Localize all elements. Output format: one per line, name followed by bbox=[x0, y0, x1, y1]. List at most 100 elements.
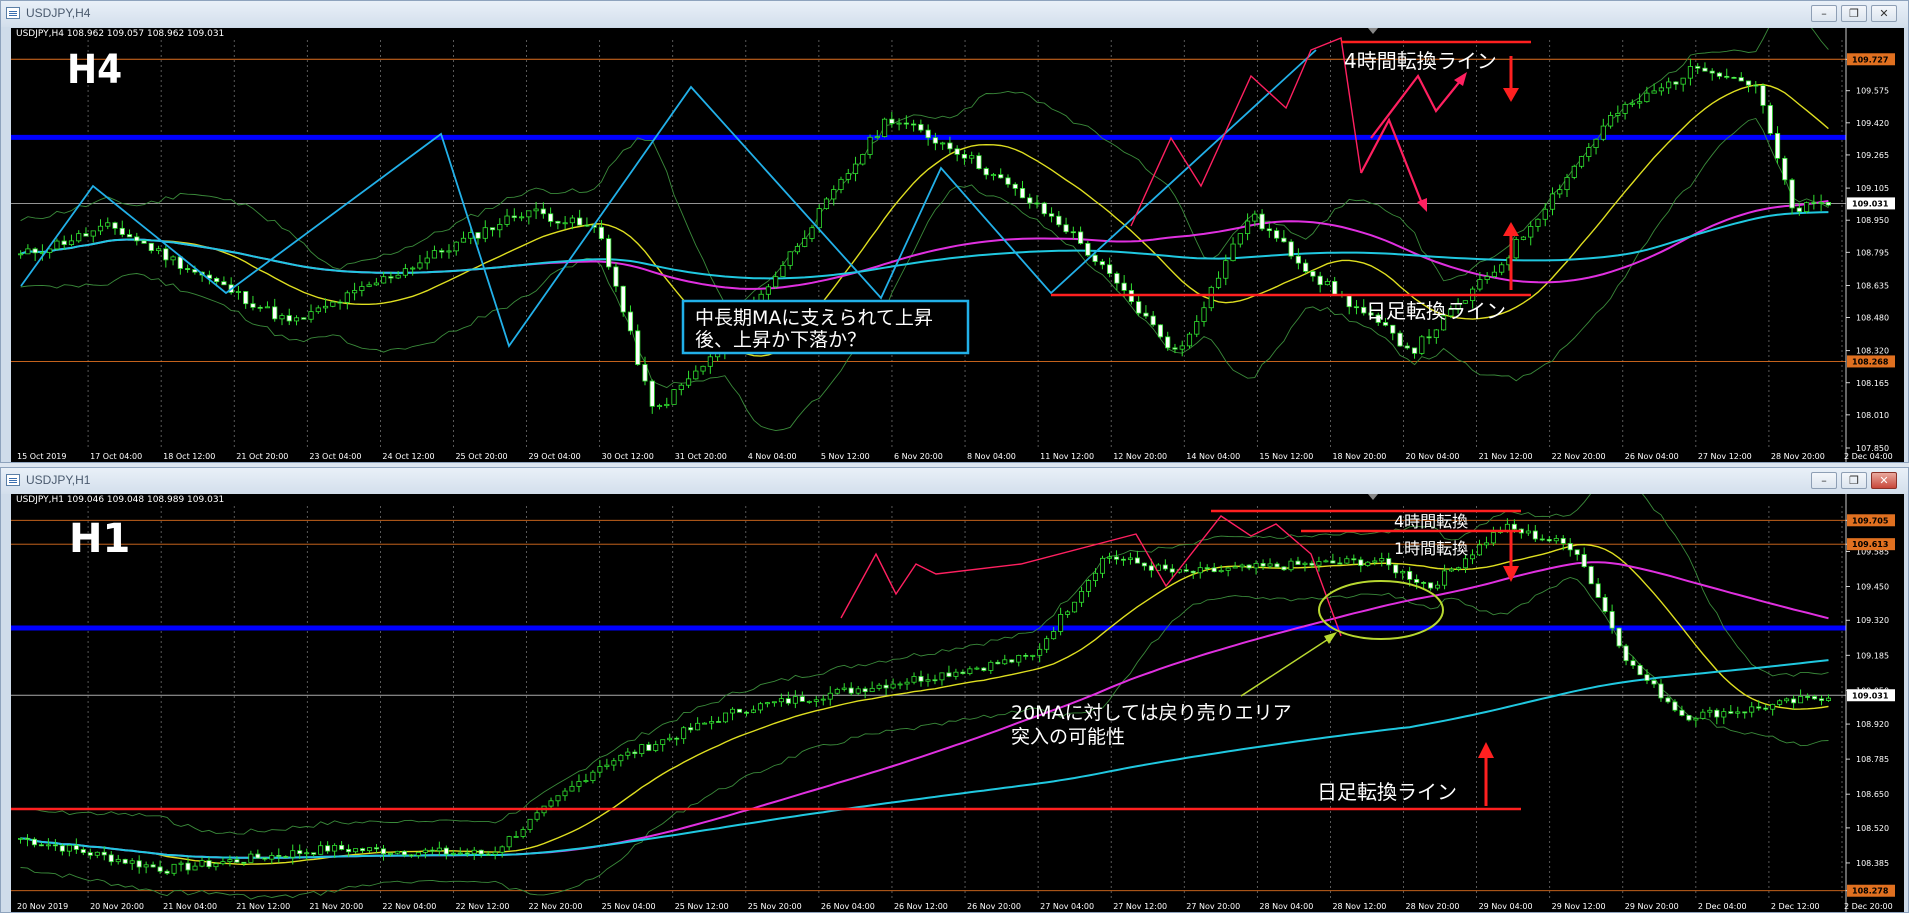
candle-body bbox=[737, 708, 743, 713]
restore-button[interactable]: ❐ bbox=[1841, 472, 1867, 489]
candle-body bbox=[967, 668, 973, 674]
candle-body bbox=[352, 290, 358, 294]
candle-body bbox=[642, 364, 648, 382]
candle-body bbox=[482, 227, 488, 239]
candle-body bbox=[664, 403, 670, 406]
candle-body bbox=[199, 860, 205, 867]
candle-body bbox=[1351, 558, 1357, 561]
candle-body bbox=[1421, 582, 1427, 584]
candle-body bbox=[569, 217, 575, 224]
x-tick-label: 18 Oct 12:00 bbox=[163, 452, 215, 461]
candle-body bbox=[1316, 561, 1322, 566]
candle-body bbox=[620, 285, 626, 313]
candle-body bbox=[513, 836, 519, 838]
candle-body bbox=[155, 248, 162, 252]
candle-body bbox=[1260, 563, 1266, 567]
candle-body bbox=[1172, 347, 1178, 350]
candle-body bbox=[1433, 329, 1439, 339]
chart-canvas-h4[interactable]: 15 Oct 2019 17 Oct 04:00 18 Oct 12:00 21 Oc… bbox=[11, 28, 1904, 462]
candle-body bbox=[862, 688, 868, 693]
candle-body bbox=[1528, 226, 1534, 238]
candle-body bbox=[436, 847, 442, 852]
candle-body bbox=[439, 250, 445, 253]
x-tick-label: 21 Nov 12:00 bbox=[1479, 452, 1533, 461]
candle-body bbox=[1065, 611, 1071, 615]
chart-window-h1[interactable]: USDJPY,H1 – ❐ ✕ 20 Nov 2019 20 Nov 20:00… bbox=[0, 467, 1909, 913]
candle-body bbox=[1302, 562, 1308, 565]
bollinger-lower bbox=[20, 117, 1829, 432]
minimize-button[interactable]: – bbox=[1811, 5, 1837, 22]
candle-body bbox=[1274, 563, 1280, 568]
chart-h4[interactable]: 15 Oct 2019 17 Oct 04:00 18 Oct 12:00 21 Oc… bbox=[11, 28, 1906, 462]
candle-body bbox=[1630, 660, 1636, 666]
candle-body bbox=[429, 849, 435, 852]
candle-body bbox=[1215, 277, 1222, 288]
candle-body bbox=[1386, 558, 1392, 566]
candle-body bbox=[1134, 557, 1140, 564]
y-tick-label: 109.320 bbox=[1856, 616, 1889, 625]
chart-h1[interactable]: 20 Nov 2019 20 Nov 20:00 21 Nov 04:00 21 No… bbox=[11, 494, 1906, 912]
candle-body bbox=[164, 870, 170, 874]
candle-body bbox=[1204, 567, 1210, 570]
window-titlebar[interactable]: USDJPY,H4 – ❐ ✕ bbox=[1, 1, 1908, 27]
candle-body bbox=[315, 307, 321, 313]
chart-window-h4[interactable]: USDJPY,H4 – ❐ ✕ 15 Oct 2019 17 Oct 04:00… bbox=[0, 0, 1909, 463]
candle-body bbox=[1707, 709, 1713, 713]
candle-body bbox=[883, 684, 889, 689]
candle-body bbox=[1323, 560, 1329, 563]
candle-body bbox=[1390, 324, 1396, 334]
candle-body bbox=[1709, 70, 1715, 74]
candle-body bbox=[485, 853, 491, 856]
x-tick-label: 28 Nov 20:00 bbox=[1771, 452, 1825, 461]
bollinger-upper bbox=[20, 28, 1829, 306]
x-tick-label: 26 Nov 04:00 bbox=[1625, 452, 1679, 461]
candle-body bbox=[1230, 243, 1236, 262]
chart-canvas-h1[interactable]: 20 Nov 2019 20 Nov 20:00 21 Nov 04:00 21 No… bbox=[11, 494, 1904, 912]
candle-body bbox=[1763, 707, 1769, 710]
candle-body bbox=[388, 276, 394, 279]
candle-body bbox=[606, 238, 612, 268]
window-titlebar[interactable]: USDJPY,H1 – ❐ ✕ bbox=[1, 468, 1908, 494]
candle-body bbox=[583, 780, 589, 783]
restore-button[interactable]: ❐ bbox=[1841, 5, 1867, 22]
minimize-button[interactable]: – bbox=[1811, 472, 1837, 489]
candle-body bbox=[227, 859, 233, 863]
bollinger-upper bbox=[20, 494, 1829, 835]
candle-body bbox=[17, 837, 23, 840]
candle-body bbox=[1742, 711, 1748, 714]
candle-body bbox=[1549, 193, 1556, 210]
candle-body bbox=[876, 684, 882, 689]
candle-body bbox=[1009, 659, 1015, 663]
candle-body bbox=[904, 681, 910, 685]
candle-body bbox=[1738, 77, 1744, 82]
candle-body bbox=[813, 699, 819, 702]
candle-body bbox=[1578, 156, 1585, 167]
candle-body bbox=[881, 118, 888, 137]
close-button[interactable]: ✕ bbox=[1871, 472, 1897, 489]
candle-body bbox=[150, 864, 156, 868]
candle-body bbox=[464, 852, 470, 855]
candle-body bbox=[827, 692, 833, 700]
candle-body bbox=[555, 221, 561, 224]
candle-body bbox=[1023, 654, 1029, 657]
x-tick-label: 21 Nov 20:00 bbox=[309, 902, 363, 911]
y-tick-label: 108.010 bbox=[1856, 411, 1889, 420]
candle-body bbox=[757, 703, 763, 711]
candle-body bbox=[279, 315, 285, 320]
candle-body bbox=[374, 847, 380, 850]
annotation-sell-zone-line2: 突入の可能性 bbox=[1011, 726, 1125, 748]
candle-body bbox=[1687, 66, 1694, 79]
candle-body bbox=[1208, 286, 1214, 309]
symbol-info: USDJPY,H1 109.046 109.048 108.989 109.03… bbox=[16, 495, 224, 505]
x-tick-label: 21 Oct 20:00 bbox=[236, 452, 288, 461]
candle-body bbox=[1148, 565, 1154, 571]
candle-body bbox=[325, 845, 331, 852]
arrowhead-icon bbox=[1417, 198, 1427, 212]
y-tick-label: 108.385 bbox=[1856, 859, 1889, 868]
price-label: 108.278 bbox=[1852, 887, 1889, 896]
close-button[interactable]: ✕ bbox=[1871, 5, 1897, 22]
candle-body bbox=[1085, 243, 1091, 256]
candle-body bbox=[304, 852, 310, 855]
candle-body bbox=[1324, 280, 1331, 286]
candle-body bbox=[1805, 696, 1811, 698]
